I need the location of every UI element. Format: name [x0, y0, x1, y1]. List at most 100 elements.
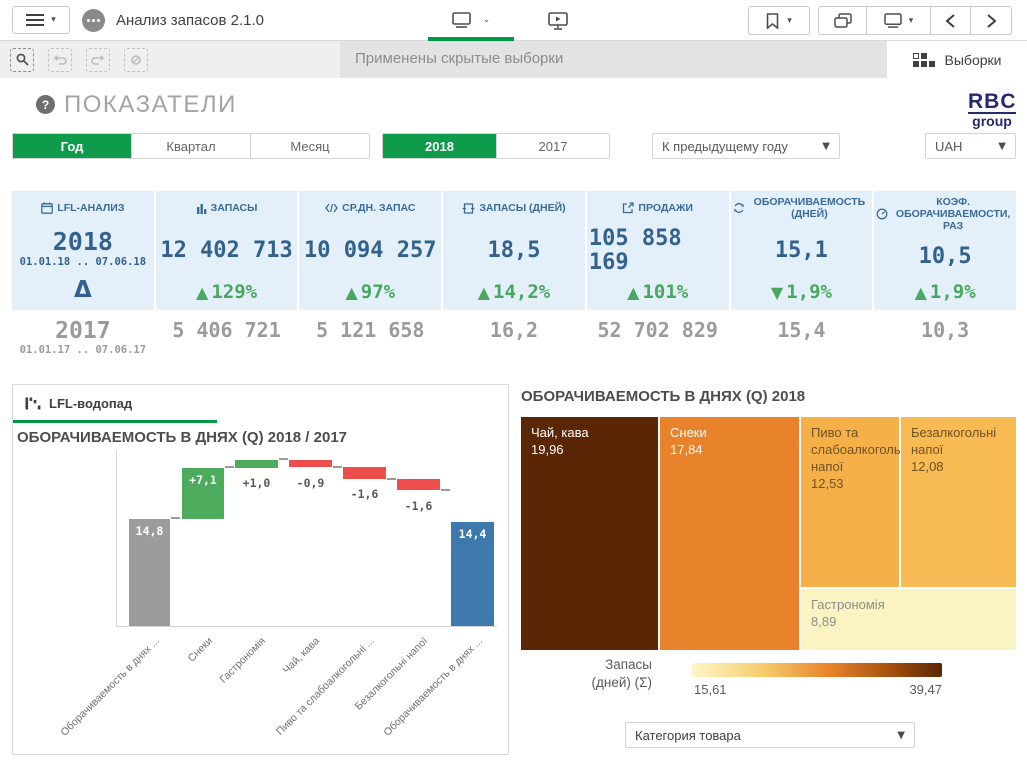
waterfall-bar[interactable]: 14,8 — [129, 519, 170, 626]
kpi-delta: 101% — [642, 281, 688, 303]
kpi-label: ОБОРАЧИВАЕМОСТЬ (ДНЕЙ) — [749, 196, 871, 220]
y-axis-line — [116, 451, 117, 627]
kpi-value: 15,1 — [775, 239, 828, 262]
waterfall-bar[interactable] — [343, 467, 386, 479]
waterfall-panel: LFL-водопад ОБОРАЧИВАЕМОСТЬ В ДНЯХ (Q) 2… — [12, 384, 509, 755]
chevron-left-icon — [946, 14, 955, 28]
x-axis-label: Оборачиваемость в днях ... — [58, 635, 162, 739]
filter-button-2018[interactable]: 2018 — [383, 134, 497, 158]
category-dropdown-value: Категория товара — [635, 728, 741, 743]
treemap-title: ОБОРАЧИВАЕМОСТЬ В ДНЯХ (Q) 2018 — [521, 388, 805, 405]
next-sheet-button[interactable] — [971, 7, 1011, 34]
kpi-prev-avg-stock: 5 121 658 — [299, 312, 441, 366]
legend-color-gradient — [692, 663, 942, 677]
treemap-cell[interactable]: Гастрономія 8,89 — [801, 589, 1016, 650]
chevron-down-icon: ▾ — [909, 16, 914, 26]
waterfall-bar[interactable] — [289, 460, 332, 467]
page-title: ПОКАЗАТЕЛИ — [64, 91, 237, 119]
kpi-label: КОЭФ. ОБОРАЧИВАЕМОСТИ, РАЗ — [892, 196, 1014, 232]
bar-value-label: -0,9 — [289, 476, 332, 490]
filter-button-month[interactable]: Месяц — [251, 134, 369, 158]
kpi-prev-value: 52 702 829 — [597, 319, 717, 341]
chevron-down-icon: ▼ — [897, 730, 905, 741]
box-width-icon — [462, 203, 475, 214]
kpi-prev-value: 16,2 — [490, 319, 538, 341]
kpi-label: ПРОДАЖИ — [638, 202, 693, 214]
x-axis-label: Чай, кава — [281, 635, 322, 676]
triangle-up-icon: ▲ — [627, 283, 639, 302]
currency-dropdown[interactable]: UAH ▼ — [925, 133, 1016, 159]
storytelling-button[interactable] — [546, 9, 570, 33]
redo-selection-icon[interactable] — [86, 48, 110, 72]
treemap-cell-name: Гастрономія — [811, 597, 1006, 614]
kpi-prev-stock: 5 406 721 — [156, 312, 298, 366]
kpi-table: LFL-АНАЛИЗ 2018 01.01.18 .. 07.06.18 Δ З… — [12, 191, 1016, 310]
kpi-value: 2018 — [53, 229, 113, 255]
kpi-card-lfl: LFL-АНАЛИЗ 2018 01.01.18 .. 07.06.18 Δ — [12, 191, 154, 310]
kpi-prev-date-range: 01.01.17 .. 07.06.17 — [20, 344, 146, 356]
treemap-cell[interactable]: Безалкогольні напої 12,08 — [901, 417, 1016, 587]
kpi-delta: 1,9% — [786, 281, 832, 303]
treemap-cell-name: Чай, кава — [531, 425, 648, 442]
kpi-prev-value: 5 406 721 — [172, 319, 280, 341]
top-toolbar: ▾ Анализ запасов 2.1.0 ⌄ ▾ ▾ — [0, 0, 1027, 41]
selections-tool-icon — [913, 53, 935, 67]
category-dropdown[interactable]: Категория товара ▼ — [625, 722, 915, 748]
rbc-group-logo: RBC group — [968, 92, 1016, 129]
treemap-cell[interactable]: Пиво та слабоалкогольні напої 12,53 — [801, 417, 899, 587]
chevron-down-icon: ▼ — [822, 141, 830, 152]
tab-label: LFL-водопад — [49, 396, 132, 411]
period-filter-group: Год Квартал Месяц — [12, 133, 370, 159]
kpi-card-turnover-days: ОБОРАЧИВАЕМОСТЬ (ДНЕЙ) 15,1 ▼1,9% — [731, 191, 873, 310]
kpi-card-stock-days: ЗАПАСЫ (ДНЕЙ) 18,5 ▲14,2% — [443, 191, 585, 310]
global-menu-button[interactable]: ▾ — [12, 6, 70, 34]
code-icon — [325, 203, 338, 213]
sheet-selector-button[interactable]: ▾ — [867, 7, 931, 34]
undo-selection-icon[interactable] — [48, 48, 72, 72]
sheets-view-button[interactable]: ⌄ — [428, 6, 514, 34]
treemap-cell-value: 19,96 — [531, 442, 648, 459]
treemap-cell-name: Пиво та слабоалкогольні напої — [811, 425, 889, 476]
kpi-card-stock: ЗАПАСЫ 12 402 713 ▲129% — [156, 191, 298, 310]
legend-max-value: 39,47 — [892, 682, 942, 697]
bar-chart-icon — [196, 203, 207, 214]
app-title: Анализ запасов 2.1.0 — [116, 12, 264, 29]
kpi-prev-value: 2017 — [55, 319, 110, 344]
filter-button-quarter[interactable]: Квартал — [132, 134, 251, 158]
connector-dash — [279, 458, 288, 460]
waterfall-bar[interactable]: 14,4 — [451, 522, 494, 626]
chevron-right-icon — [987, 14, 996, 28]
currency-dropdown-value: UAH — [935, 139, 962, 154]
active-tab-indicator — [13, 420, 217, 423]
treemap: Чай, кава 19,96 Снеки 17,84 Пиво та слаб… — [521, 417, 1016, 650]
kpi-previous-year-row: 2017 01.01.17 .. 07.06.17 5 406 721 5 12… — [12, 312, 1016, 366]
waterfall-bar[interactable] — [397, 479, 440, 490]
comparison-dropdown[interactable]: К предыдущему году ▼ — [652, 133, 840, 159]
treemap-cell[interactable]: Снеки 17,84 — [660, 417, 799, 650]
kpi-value: 18,5 — [488, 239, 541, 262]
treemap-cell-value: 8,89 — [811, 614, 1006, 631]
connector-dash — [441, 489, 450, 491]
bookmark-icon — [766, 13, 779, 29]
tab-lfl-waterfall[interactable]: LFL-водопад — [13, 385, 132, 421]
waterfall-bar[interactable]: +7,1 — [182, 468, 224, 519]
filter-button-2017[interactable]: 2017 — [497, 134, 609, 158]
app-icon — [82, 9, 105, 32]
selections-tool-button[interactable]: Выборки — [887, 41, 1027, 78]
previous-sheet-button[interactable] — [931, 7, 971, 34]
filter-button-year[interactable]: Год — [13, 134, 132, 158]
bookmarks-button[interactable]: ▾ — [748, 6, 810, 35]
legend-label-line1: Запасы — [560, 656, 652, 674]
selection-status-message: Применены скрытые выборки — [355, 50, 563, 67]
smart-search-icon[interactable] — [10, 48, 34, 72]
kpi-prev-value: 5 121 658 — [316, 319, 424, 341]
waterfall-bar[interactable] — [235, 460, 278, 468]
clear-selections-icon[interactable] — [124, 48, 148, 72]
bar-value-label: -1,6 — [343, 487, 386, 501]
help-button[interactable]: ? — [36, 95, 55, 114]
treemap-cell[interactable]: Чай, кава 19,96 — [521, 417, 658, 650]
sheet-navigation-group: ▾ — [818, 6, 1012, 35]
duplicate-sheet-button[interactable] — [819, 7, 867, 34]
bar-value-label: +1,0 — [235, 476, 278, 490]
kpi-delta: 97% — [361, 281, 395, 303]
